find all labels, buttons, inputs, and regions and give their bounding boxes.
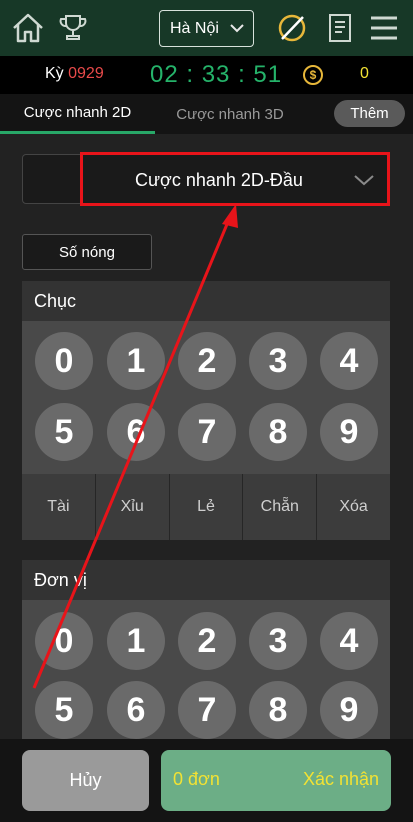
tens-header: Chục (22, 281, 390, 321)
order-count: 0 đơn (173, 769, 220, 789)
more-button[interactable]: Thêm (334, 100, 405, 127)
units-digits: 0 1 2 3 4 5 6 7 8 9 (22, 600, 390, 739)
clear-button[interactable]: Xóa (317, 474, 390, 540)
digit-ball[interactable]: 5 (35, 681, 93, 739)
digit-ball[interactable]: 3 (249, 612, 307, 670)
digit-ball[interactable]: 2 (178, 612, 236, 670)
digit-ball[interactable]: 6 (107, 681, 165, 739)
digit-ball[interactable]: 0 (35, 612, 93, 670)
tens-digits: 0 1 2 3 4 5 6 7 8 9 (22, 321, 390, 474)
chevron-down-icon (229, 20, 245, 41)
hot-numbers-button[interactable]: Số nóng (22, 234, 152, 270)
no-sound-icon[interactable] (274, 10, 310, 46)
digit-ball[interactable]: 1 (107, 332, 165, 390)
region-select-value: Hà Nội (170, 19, 219, 37)
digit-ball[interactable]: 3 (249, 332, 307, 390)
digit-ball[interactable]: 9 (320, 403, 378, 461)
digit-ball[interactable]: 7 (178, 403, 236, 461)
digit-ball[interactable]: 7 (178, 681, 236, 739)
odd-button[interactable]: Lẻ (170, 474, 244, 540)
digit-ball[interactable]: 8 (249, 403, 307, 461)
draw-number-value: 0929 (68, 65, 104, 82)
trophy-icon[interactable] (55, 10, 91, 46)
menu-icon[interactable] (366, 10, 402, 46)
balance: 0 (360, 65, 369, 82)
small-button[interactable]: Xỉu (96, 474, 170, 540)
draw-label: Kỳ (45, 65, 64, 82)
digit-ball[interactable]: 5 (35, 403, 93, 461)
quick-actions: Tài Xỉu Lẻ Chẵn Xóa (22, 474, 390, 540)
draw-number: Kỳ 0929 (45, 65, 104, 83)
cancel-button[interactable]: Hủy (22, 750, 149, 811)
coin-icon: $ (303, 65, 323, 85)
tab-quick-2d[interactable]: Cược nhanh 2D (0, 94, 155, 134)
digit-ball[interactable]: 0 (35, 332, 93, 390)
even-button[interactable]: Chẵn (243, 474, 318, 540)
confirm-button[interactable]: 0 đơn Xác nhận (161, 750, 391, 811)
timer-bar: Kỳ 0929 02 : 33 : 51 (0, 56, 413, 94)
digit-ball[interactable]: 6 (107, 403, 165, 461)
digit-ball[interactable]: 1 (107, 612, 165, 670)
big-button[interactable]: Tài (22, 474, 96, 540)
highlight-box (80, 152, 390, 206)
home-icon[interactable] (10, 10, 46, 46)
tab-quick-3d[interactable]: Cược nhanh 3D (155, 94, 305, 134)
top-bar: Hà Nội (0, 0, 413, 56)
digit-ball[interactable]: 4 (320, 612, 378, 670)
digit-ball[interactable]: 4 (320, 332, 378, 390)
digit-ball[interactable]: 2 (178, 332, 236, 390)
confirm-label: Xác nhận (302, 769, 379, 789)
digit-ball[interactable]: 9 (320, 681, 378, 739)
region-select[interactable]: Hà Nội (159, 10, 254, 47)
countdown: 02 : 33 : 51 (150, 61, 283, 88)
units-header: Đơn vị (22, 560, 390, 600)
document-icon[interactable] (322, 10, 358, 46)
digit-ball[interactable]: 8 (249, 681, 307, 739)
